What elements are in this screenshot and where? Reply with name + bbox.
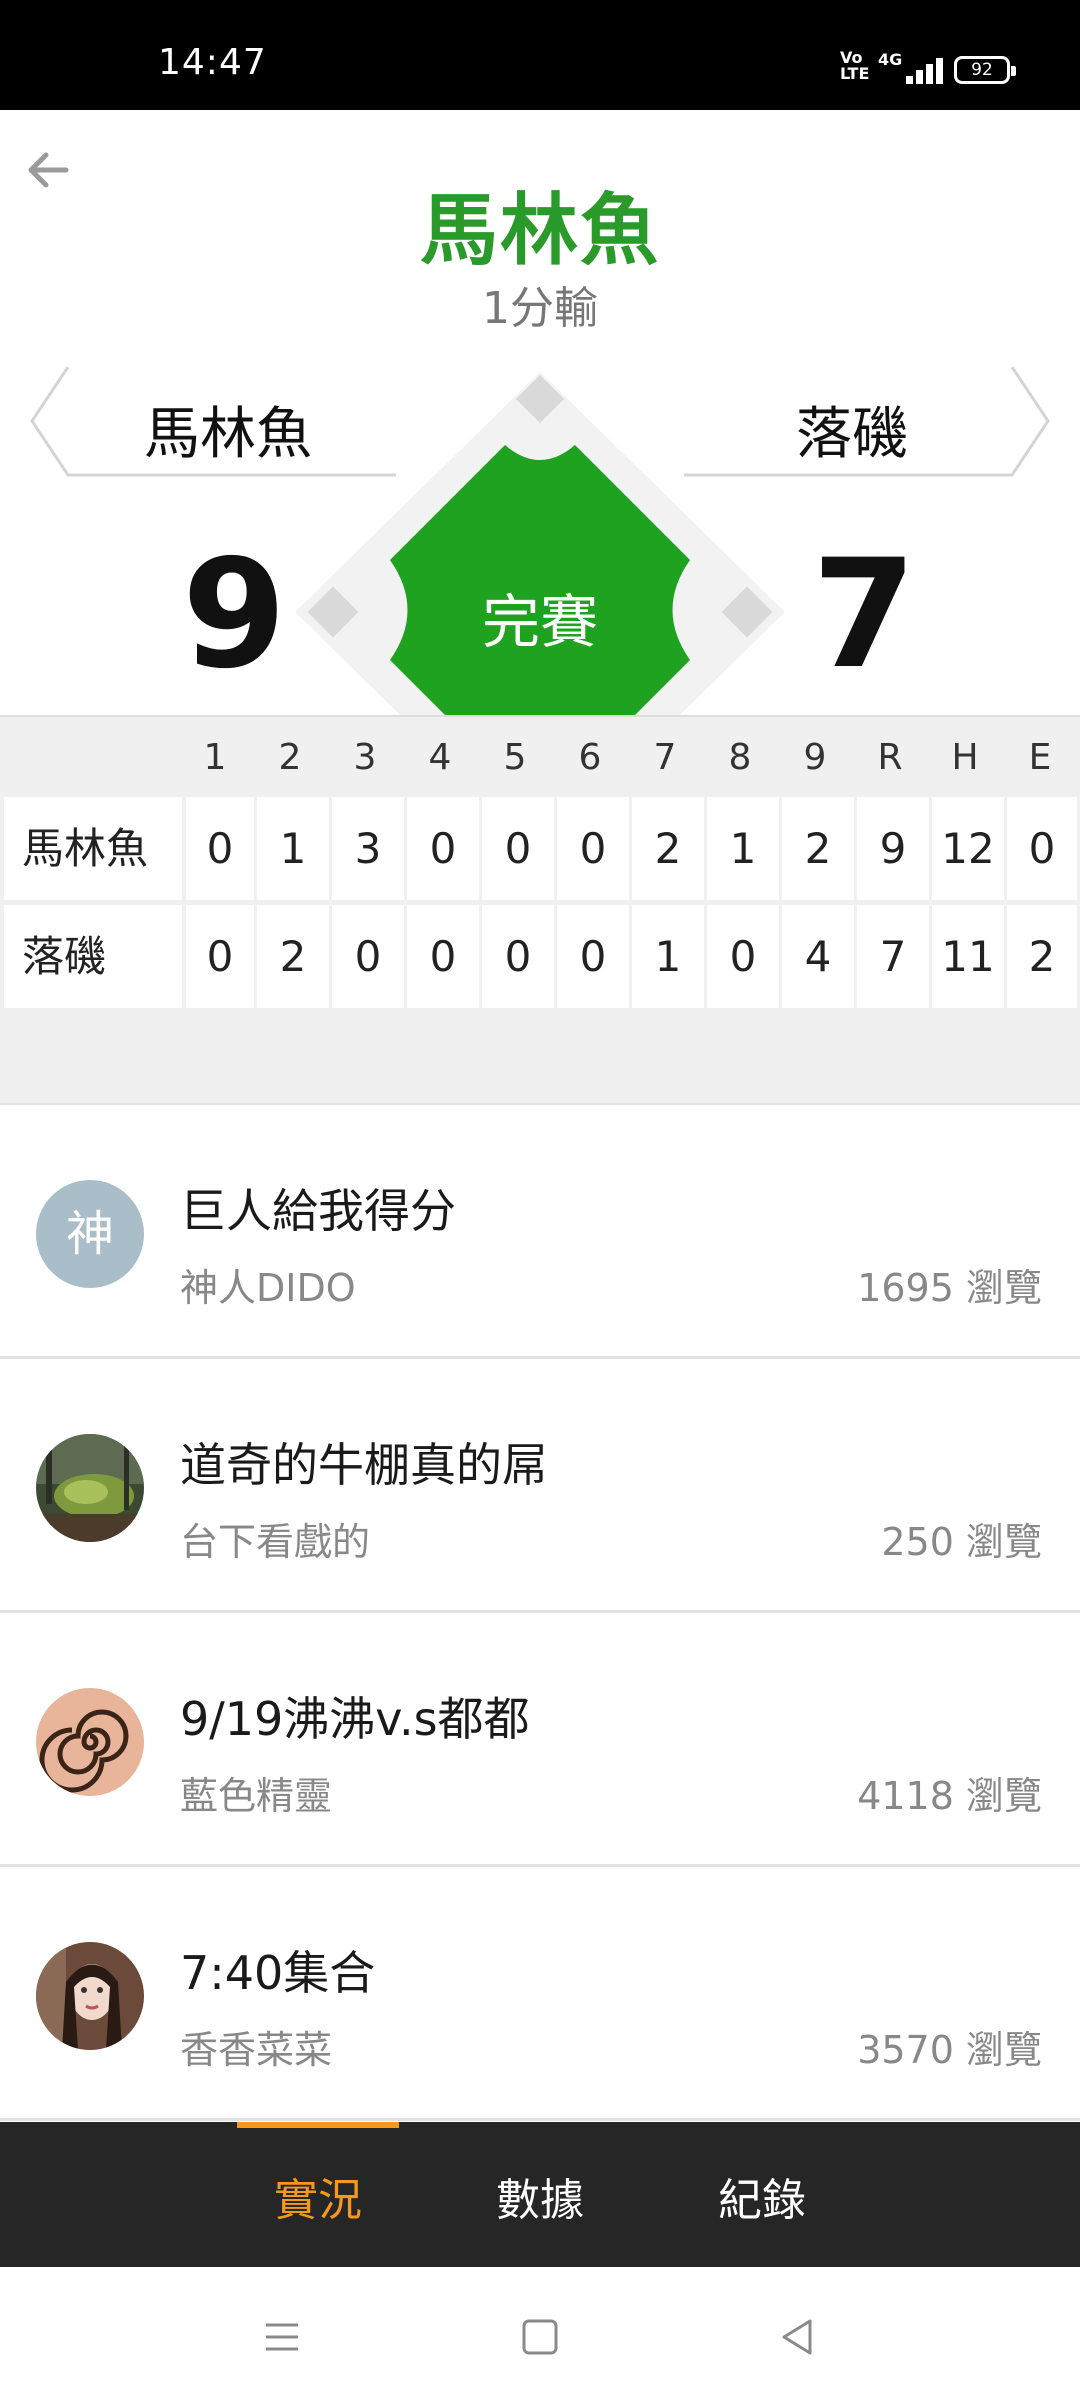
- page-title: 馬林魚: [419, 186, 660, 276]
- post-author: 神人DIDO: [180, 1266, 356, 1310]
- inning-header: 6: [578, 737, 602, 778]
- inning-header: 9: [803, 737, 827, 778]
- inning-cell: 1: [632, 905, 704, 1008]
- inning-cell: 2: [257, 905, 329, 1008]
- active-tab-indicator: [237, 2122, 399, 2128]
- bottom-tab-bar: 實況 數據 紀錄: [0, 2122, 1080, 2267]
- post-views: 4118 瀏覽: [857, 1774, 1042, 1818]
- menu-icon[interactable]: [252, 2307, 312, 2367]
- line-score-table: 1 2 3 4 5 6 7 8 9 R H E 馬林魚 0 1 3 0 0 0 …: [0, 715, 1080, 1010]
- post-title: 巨人給我得分: [180, 1184, 456, 1238]
- status-time: 14:47: [158, 42, 267, 83]
- inning-header: 5: [503, 737, 527, 778]
- inning-cell: 0: [407, 797, 479, 900]
- tab-live[interactable]: 實況: [238, 2164, 398, 2228]
- hits-header: H: [951, 737, 979, 778]
- post-author: 藍色精靈: [180, 1774, 333, 1818]
- post-author: 香香菜菜: [180, 2028, 333, 2072]
- post-author: 台下看戲的: [180, 1520, 371, 1564]
- runs-cell: 7: [857, 905, 929, 1008]
- inning-cell: 3: [332, 797, 404, 900]
- battery-icon: 92: [954, 56, 1016, 84]
- list-item[interactable]: 7:40集合 香香菜菜 3570 瀏覽: [0, 1867, 1080, 2121]
- inning-cell: 0: [557, 905, 629, 1008]
- avatar: [36, 1942, 144, 2050]
- inning-cell: 0: [707, 905, 779, 1008]
- post-views: 250 瀏覽: [881, 1520, 1042, 1564]
- volte-indicator: Vo LTE: [840, 48, 870, 83]
- runs-cell: 9: [857, 797, 929, 900]
- line-score-header: 1 2 3 4 5 6 7 8 9 R H E: [0, 717, 1080, 797]
- avatar: [36, 1434, 144, 1542]
- inning-header: 2: [278, 737, 302, 778]
- runs-header: R: [877, 737, 903, 778]
- post-title: 9/19沸沸v.s都都: [180, 1692, 530, 1746]
- errors-cell: 2: [1007, 905, 1077, 1008]
- inning-cell: 0: [186, 797, 254, 900]
- row-team-name: 落磯: [4, 905, 182, 1008]
- list-item[interactable]: 神 巨人給我得分 神人DIDO 1695 瀏覽: [0, 1105, 1080, 1359]
- status-bar: 14:47 Vo LTE 4G 92: [0, 0, 1080, 110]
- network-type: 4G: [878, 50, 903, 69]
- game-status: 完賽: [481, 588, 598, 656]
- system-navigation-bar: [0, 2267, 1080, 2400]
- battery-level: 92: [971, 60, 993, 80]
- signal-icon: [900, 54, 950, 84]
- inning-cell: 0: [407, 905, 479, 1008]
- inning-header: 7: [653, 737, 677, 778]
- inning-header: 8: [728, 737, 752, 778]
- inning-cell: 0: [557, 797, 629, 900]
- inning-header: 3: [353, 737, 377, 778]
- inning-header: 1: [203, 737, 227, 778]
- post-views: 3570 瀏覽: [857, 2028, 1042, 2072]
- inning-cell: 1: [257, 797, 329, 900]
- errors-cell: 0: [1007, 797, 1077, 900]
- back-triangle-icon[interactable]: [768, 2307, 828, 2367]
- tab-stats[interactable]: 數據: [460, 2164, 620, 2228]
- row-team-name: 馬林魚: [4, 797, 182, 900]
- avatar: 神: [36, 1180, 144, 1288]
- baseball-diamond: [280, 360, 800, 715]
- home-icon[interactable]: [510, 2307, 570, 2367]
- inning-cell: 2: [782, 797, 854, 900]
- hits-cell: 12: [932, 797, 1004, 900]
- inning-cell: 2: [632, 797, 704, 900]
- list-item[interactable]: 道奇的牛棚真的屌 台下看戲的 250 瀏覽: [0, 1359, 1080, 1613]
- result-subtitle: 1分輸: [482, 283, 598, 334]
- inning-cell: 0: [332, 905, 404, 1008]
- errors-header: E: [1028, 737, 1052, 778]
- tab-records[interactable]: 紀錄: [682, 2164, 842, 2228]
- inning-cell: 0: [186, 905, 254, 1008]
- section-divider: [0, 1010, 1080, 1105]
- hits-cell: 11: [932, 905, 1004, 1008]
- post-title: 道奇的牛棚真的屌: [180, 1438, 548, 1492]
- table-row: 馬林魚 0 1 3 0 0 0 2 1 2 9 12 0: [0, 797, 1080, 904]
- table-row: 落磯 0 2 0 0 0 0 1 0 4 7 11 2: [0, 905, 1080, 1012]
- post-title: 7:40集合: [180, 1946, 376, 2000]
- avatar: [36, 1688, 144, 1796]
- list-item[interactable]: 9/19沸沸v.s都都 藍色精靈 4118 瀏覽: [0, 1613, 1080, 1867]
- inning-header: 4: [428, 737, 452, 778]
- inning-cell: 0: [482, 797, 554, 900]
- inning-cell: 0: [482, 905, 554, 1008]
- post-views: 1695 瀏覽: [857, 1266, 1042, 1310]
- inning-cell: 1: [707, 797, 779, 900]
- inning-cell: 4: [782, 905, 854, 1008]
